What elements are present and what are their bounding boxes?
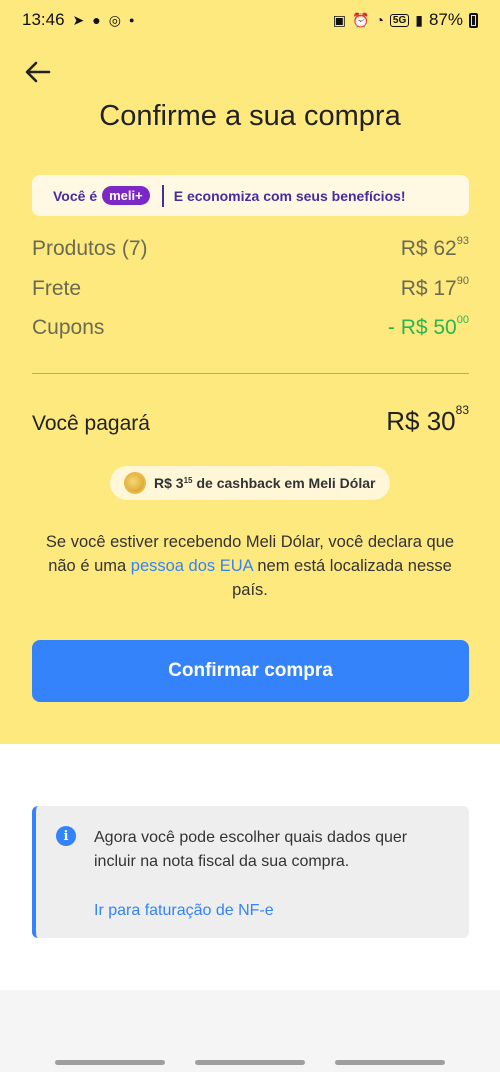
telegram-icon: ➤ xyxy=(72,12,85,28)
arrow-left-icon xyxy=(25,61,51,83)
summary-row-products: Produtos (7) R$ 6293 xyxy=(32,235,469,261)
cashback-cents: 15 xyxy=(183,475,193,485)
info-icon: i xyxy=(56,826,76,846)
status-time: 13:46 xyxy=(22,10,65,29)
system-nav-bar xyxy=(0,990,500,1072)
meli-plus-badge: meli+ xyxy=(102,186,150,205)
invoice-notice: i Agora você pode escolher quais dados q… xyxy=(32,806,469,938)
us-person-declaration: Se você estiver recebendo Meli Dólar, vo… xyxy=(45,533,455,599)
cashback-amount: R$ 3 xyxy=(154,475,184,491)
invoice-settings-link[interactable]: Ir para faturação de NF-e xyxy=(94,902,274,920)
summary-label: Produtos (7) xyxy=(32,237,148,260)
summary-value: R$ 6293 xyxy=(400,235,469,260)
banner-prefix: Você é xyxy=(53,187,98,204)
sim-icon: ▣ xyxy=(332,12,346,28)
nav-home-button[interactable] xyxy=(195,1060,305,1065)
cashback-text: de cashback em Meli Dólar xyxy=(196,475,376,491)
total-row: Você pagará R$ 3083 xyxy=(32,403,469,437)
battery-percent: 87% xyxy=(428,10,463,29)
us-person-link[interactable]: pessoa dos EUA xyxy=(131,557,253,575)
status-bar: 13:46 ➤ ● ◎ ● ▣ ⏰ ◔ 5G ▮ 87% xyxy=(0,0,500,40)
summary-divider xyxy=(32,373,469,374)
banner-divider xyxy=(161,184,164,207)
nav-recent-button[interactable] xyxy=(55,1060,165,1065)
dot-icon: ● xyxy=(128,14,135,25)
confirm-purchase-button[interactable]: Confirmar compra xyxy=(32,640,469,702)
chat-icon: ● xyxy=(92,12,101,28)
alarm-icon: ⏰ xyxy=(352,12,370,28)
cashback-badge: R$ 3 15 de cashback em Meli Dólar xyxy=(110,466,390,500)
page-title: Confirme a sua compra xyxy=(99,100,401,132)
wifi-icon: ◔ xyxy=(375,12,384,28)
signal-icon: ▮ xyxy=(415,12,423,28)
notice-text: Agora você pode escolher quais dados que… xyxy=(94,829,408,870)
total-label: Você pagará xyxy=(32,412,150,435)
summary-value-discount: - R$ 5000 xyxy=(387,314,469,339)
nav-back-button[interactable] xyxy=(335,1060,445,1065)
banner-text: E economiza com seus benefícios! xyxy=(173,187,406,204)
meli-plus-banner: Você é meli+ E economiza com seus benefí… xyxy=(32,175,469,216)
back-button[interactable] xyxy=(22,56,54,88)
summary-row-coupons: Cupons - R$ 5000 xyxy=(32,314,469,340)
whatsapp-icon: ◎ xyxy=(108,12,121,28)
summary-label: Frete xyxy=(32,277,82,300)
summary-label: Cupons xyxy=(32,316,105,339)
battery-icon xyxy=(469,12,478,28)
total-value: R$ 3083 xyxy=(386,403,469,436)
network-type: 5G xyxy=(389,13,410,27)
summary-row-shipping: Frete R$ 1790 xyxy=(32,275,469,301)
summary-value: R$ 1790 xyxy=(400,275,469,300)
coin-icon xyxy=(124,472,146,494)
